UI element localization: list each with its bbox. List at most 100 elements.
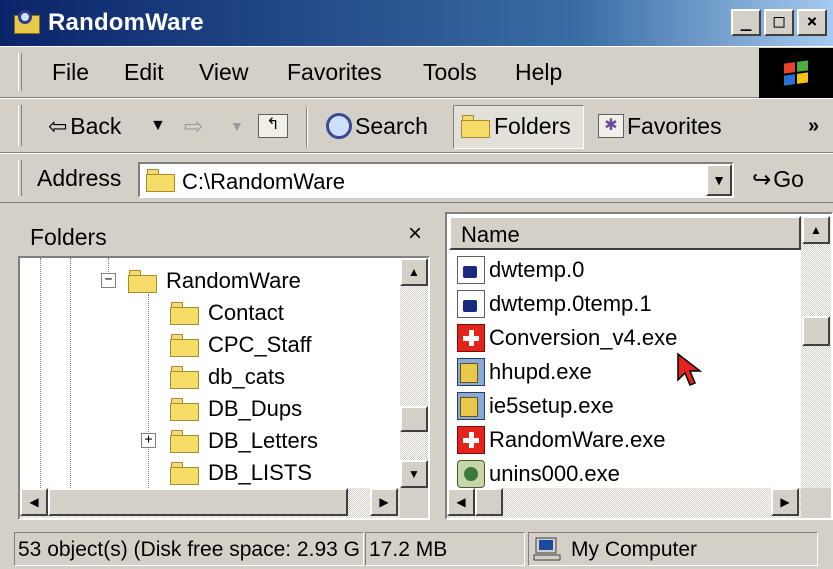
toolbar-chevron-icon[interactable]: » — [808, 111, 819, 141]
tree-item-db-dups[interactable]: DB_Dups — [170, 394, 302, 424]
files-horizontal-scrollbar[interactable]: ◀ ▶ — [447, 488, 801, 518]
close-pane-icon[interactable]: × — [408, 220, 422, 248]
scroll-thumb[interactable] — [802, 316, 830, 346]
folder-icon — [170, 301, 200, 325]
address-bar: Address C:\RandomWare ▼ ↪ Go — [0, 153, 833, 203]
tree-item-db-lists[interactable]: DB_LISTS — [170, 458, 312, 488]
red-cross-exe-icon — [457, 324, 485, 352]
list-item[interactable]: unins000.exe — [457, 458, 620, 490]
address-label: Address — [37, 165, 122, 191]
collapse-toggle-icon[interactable]: − — [101, 273, 116, 288]
tree-line — [148, 294, 149, 490]
back-button[interactable]: ⇦ Back — [48, 111, 121, 141]
red-cross-exe-icon — [457, 426, 485, 454]
scroll-up-button[interactable]: ▲ — [802, 216, 830, 244]
scroll-right-button[interactable]: ▶ — [771, 488, 799, 516]
go-arrow-icon: ↪ — [752, 166, 772, 192]
folders-icon — [461, 114, 491, 138]
uninstall-icon — [457, 460, 485, 488]
folders-horizontal-scrollbar[interactable]: ◀ ▶ — [20, 488, 400, 518]
menu-favorites[interactable]: Favorites — [287, 59, 382, 86]
setup-icon — [457, 392, 485, 420]
file-icon — [457, 290, 485, 318]
folder-icon — [170, 333, 200, 357]
forward-dropdown-icon[interactable]: ▼ — [230, 111, 244, 141]
list-item[interactable]: dwtemp.0temp.1 — [457, 288, 652, 320]
search-icon — [326, 113, 352, 139]
scroll-left-button[interactable]: ◀ — [20, 488, 48, 516]
window-title: RandomWare — [48, 9, 204, 36]
maximize-button[interactable]: □ — [764, 9, 794, 36]
back-dropdown-icon[interactable]: ▼ — [150, 111, 166, 141]
folders-button[interactable]: Folders — [461, 111, 571, 141]
address-bar-grip[interactable] — [18, 160, 22, 196]
forward-arrow-icon[interactable]: ⇨ — [184, 111, 203, 141]
tree-item-cpc-staff[interactable]: CPC_Staff — [170, 330, 312, 360]
list-item[interactable]: ie5setup.exe — [457, 390, 614, 422]
status-bar: 53 object(s) (Disk free space: 2.93 G 17… — [0, 528, 833, 569]
files-vertical-scrollbar[interactable]: ▲ — [801, 216, 831, 488]
title-bar: RandomWare _ □ × — [0, 0, 833, 46]
folders-vertical-scrollbar[interactable]: ▲ ▼ — [400, 258, 428, 488]
status-size: 17.2 MB — [365, 532, 525, 566]
menu-file[interactable]: File — [52, 59, 89, 86]
mouse-pointer-icon — [677, 352, 703, 386]
scroll-left-button[interactable]: ◀ — [447, 488, 475, 516]
scroll-down-button[interactable]: ▼ — [400, 460, 428, 488]
folder-tree: − RandomWare Contact CPC_Staff db_cats D… — [18, 256, 430, 520]
toolbar-separator — [306, 107, 308, 147]
list-item[interactable]: Conversion_v4.exe — [457, 322, 677, 354]
tree-line — [70, 258, 71, 490]
favorites-button[interactable]: ✱ Favorites — [598, 111, 722, 141]
folders-pane-title: Folders — [30, 224, 107, 250]
list-item[interactable]: dwtemp.0 — [457, 254, 584, 286]
up-folder-button[interactable]: ↰ — [258, 111, 288, 141]
toolbar-grip[interactable] — [18, 105, 22, 146]
status-object-count: 53 object(s) (Disk free space: 2.93 G — [14, 532, 364, 566]
close-button[interactable]: × — [797, 9, 827, 36]
folders-pane-header: Folders × — [18, 212, 430, 256]
back-arrow-icon: ⇦ — [48, 112, 68, 139]
scroll-up-button[interactable]: ▲ — [400, 258, 428, 286]
menu-view[interactable]: View — [199, 59, 248, 86]
menu-bar-grip[interactable] — [18, 53, 22, 91]
tree-item-contact[interactable]: Contact — [170, 298, 284, 328]
menu-edit[interactable]: Edit — [124, 59, 164, 86]
folder-icon — [170, 429, 200, 453]
scroll-thumb[interactable] — [475, 488, 503, 516]
scroll-thumb[interactable] — [400, 406, 428, 432]
favorites-icon: ✱ — [598, 114, 624, 138]
file-list: Name dwtemp.0 dwtemp.0temp.1 Conversion_… — [445, 212, 833, 520]
up-folder-icon: ↰ — [258, 114, 288, 138]
scrollbar-corner — [801, 488, 831, 518]
expand-toggle-icon[interactable]: + — [141, 433, 156, 448]
folder-icon — [146, 168, 176, 192]
menu-bar: File Edit View Favorites Tools Help — [0, 46, 833, 98]
folder-icon — [170, 461, 200, 485]
scroll-right-button[interactable]: ▶ — [370, 488, 398, 516]
search-button[interactable]: Search — [326, 111, 428, 141]
go-button[interactable]: ↪ Go — [752, 166, 804, 193]
name-column-header[interactable]: Name — [449, 216, 801, 250]
explorer-folder-icon — [14, 10, 42, 36]
file-icon — [457, 256, 485, 284]
open-folder-icon — [128, 269, 158, 293]
menu-tools[interactable]: Tools — [423, 59, 477, 86]
folder-icon — [170, 397, 200, 421]
address-dropdown-button[interactable]: ▼ — [706, 164, 732, 196]
scroll-thumb[interactable] — [48, 488, 348, 516]
address-input[interactable]: C:\RandomWare ▼ — [138, 162, 734, 198]
tree-item-db-cats[interactable]: db_cats — [170, 362, 285, 392]
list-item[interactable]: RandomWare.exe — [457, 424, 665, 456]
menu-help[interactable]: Help — [515, 59, 562, 86]
tree-item-db-letters[interactable]: DB_Letters — [170, 426, 318, 456]
windows-flag-icon — [784, 60, 808, 86]
windows-logo — [759, 48, 833, 98]
minimize-button[interactable]: _ — [731, 9, 761, 36]
address-value: C:\RandomWare — [182, 169, 346, 194]
folder-icon — [170, 365, 200, 389]
list-item[interactable]: hhupd.exe — [457, 356, 592, 388]
my-computer-icon — [533, 537, 561, 561]
tree-item-randomware[interactable]: RandomWare — [128, 266, 301, 296]
scrollbar-corner — [400, 488, 428, 518]
